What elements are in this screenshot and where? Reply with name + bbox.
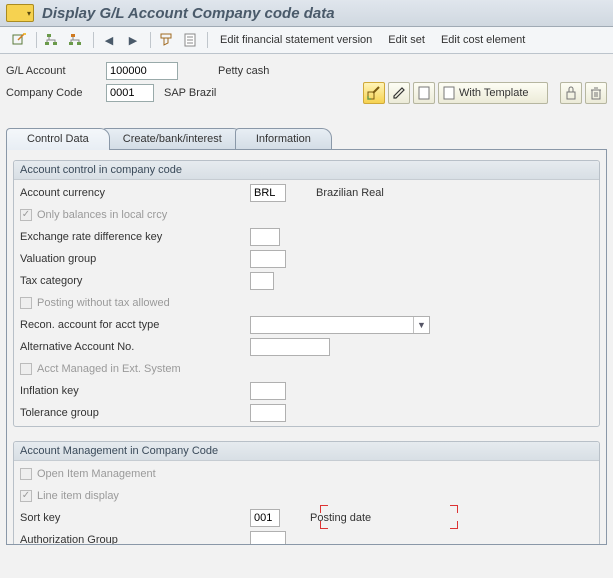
sort-key-label: Sort key xyxy=(18,512,250,524)
with-template-label: With Template xyxy=(459,87,529,99)
next-icon[interactable]: ▶ xyxy=(122,30,144,50)
document-icon[interactable] xyxy=(179,30,201,50)
edit-fsv-link[interactable]: Edit financial statement version xyxy=(212,31,380,49)
previous-icon[interactable]: ◀ xyxy=(98,30,120,50)
gl-account-label: G/L Account xyxy=(6,65,106,77)
highlight-bracket xyxy=(450,521,458,529)
recon-account-combo[interactable]: ▼ xyxy=(250,316,430,334)
sort-key-input[interactable]: 001 xyxy=(250,509,280,527)
chevron-down-icon[interactable]: ▼ xyxy=(413,317,429,333)
inflation-key-label: Inflation key xyxy=(18,385,250,397)
only-balances-label: Only balances in local crcy xyxy=(37,209,167,221)
hierarchy-select-icon[interactable] xyxy=(65,30,87,50)
tab-create-bank-interest[interactable]: Create/bank/interest xyxy=(102,128,243,149)
only-balances-checkbox: ✓ xyxy=(20,209,32,221)
open-item-label: Open Item Management xyxy=(37,468,156,480)
highlight-bracket xyxy=(320,521,328,529)
page-title: Display G/L Account Company code data xyxy=(42,5,335,22)
group-account-management-title: Account Management in Company Code xyxy=(14,442,599,461)
tolerance-group-label: Tolerance group xyxy=(18,407,250,419)
selection-area: G/L Account 100000 Petty cash Company Co… xyxy=(0,54,613,106)
account-currency-desc: Brazilian Real xyxy=(316,187,384,199)
filter-icon[interactable] xyxy=(155,30,177,50)
company-code-label: Company Code xyxy=(6,87,106,99)
menu-icon[interactable]: ▾ xyxy=(6,4,34,22)
line-item-checkbox: ✓ xyxy=(20,490,32,502)
group-account-control: Account control in company code Account … xyxy=(13,160,600,427)
create-button[interactable] xyxy=(413,82,435,104)
acct-managed-ext-checkbox xyxy=(20,363,32,375)
tab-control-data[interactable]: Control Data xyxy=(6,128,110,150)
header-actions: With Template xyxy=(363,82,607,104)
account-currency-input[interactable]: BRL xyxy=(250,184,286,202)
tab-strip: Control Data Create/bank/interest Inform… xyxy=(6,128,607,149)
highlight-bracket xyxy=(450,505,458,513)
alt-account-label: Alternative Account No. xyxy=(18,341,250,353)
edit-button[interactable] xyxy=(388,82,410,104)
exch-rate-label: Exchange rate difference key xyxy=(18,231,250,243)
valuation-group-label: Valuation group xyxy=(18,253,250,265)
gl-account-input[interactable]: 100000 xyxy=(106,62,178,80)
recon-account-label: Recon. account for acct type xyxy=(18,319,250,331)
line-item-label: Line item display xyxy=(37,490,119,502)
other-object-icon[interactable] xyxy=(8,30,30,50)
tolerance-group-input[interactable] xyxy=(250,404,286,422)
tab-body-control-data: Account control in company code Account … xyxy=(6,150,607,545)
highlight-bracket xyxy=(320,505,328,513)
posting-without-tax-label: Posting without tax allowed xyxy=(37,297,170,309)
app-toolbar: ◀ ▶ Edit financial statement version Edi… xyxy=(0,27,613,54)
alt-account-input[interactable] xyxy=(250,338,330,356)
exch-rate-input[interactable] xyxy=(250,228,280,246)
auth-group-input[interactable] xyxy=(250,531,286,545)
tax-category-label: Tax category xyxy=(18,275,250,287)
edit-set-link[interactable]: Edit set xyxy=(380,31,433,49)
posting-without-tax-checkbox xyxy=(20,297,32,309)
with-template-button[interactable]: With Template xyxy=(438,82,548,104)
delete-button[interactable] xyxy=(585,82,607,104)
valuation-group-input[interactable] xyxy=(250,250,286,268)
group-account-control-title: Account control in company code xyxy=(14,161,599,180)
auth-group-label: Authorization Group xyxy=(18,534,250,545)
open-item-checkbox xyxy=(20,468,32,480)
tab-information[interactable]: Information xyxy=(235,128,332,149)
display-change-button[interactable] xyxy=(363,82,385,104)
group-account-management: Account Management in Company Code Open … xyxy=(13,441,600,545)
company-code-input[interactable]: 0001 xyxy=(106,84,154,102)
tax-category-input[interactable] xyxy=(250,272,274,290)
lock-button[interactable] xyxy=(560,82,582,104)
hierarchy-icon[interactable] xyxy=(41,30,63,50)
acct-managed-ext-label: Acct Managed in Ext. System xyxy=(37,363,181,375)
title-bar: ▾ Display G/L Account Company code data xyxy=(0,0,613,27)
gl-account-desc: Petty cash xyxy=(218,65,269,77)
inflation-key-input[interactable] xyxy=(250,382,286,400)
account-currency-label: Account currency xyxy=(18,187,250,199)
company-code-desc: SAP Brazil xyxy=(164,87,216,99)
edit-cost-element-link[interactable]: Edit cost element xyxy=(433,31,533,49)
